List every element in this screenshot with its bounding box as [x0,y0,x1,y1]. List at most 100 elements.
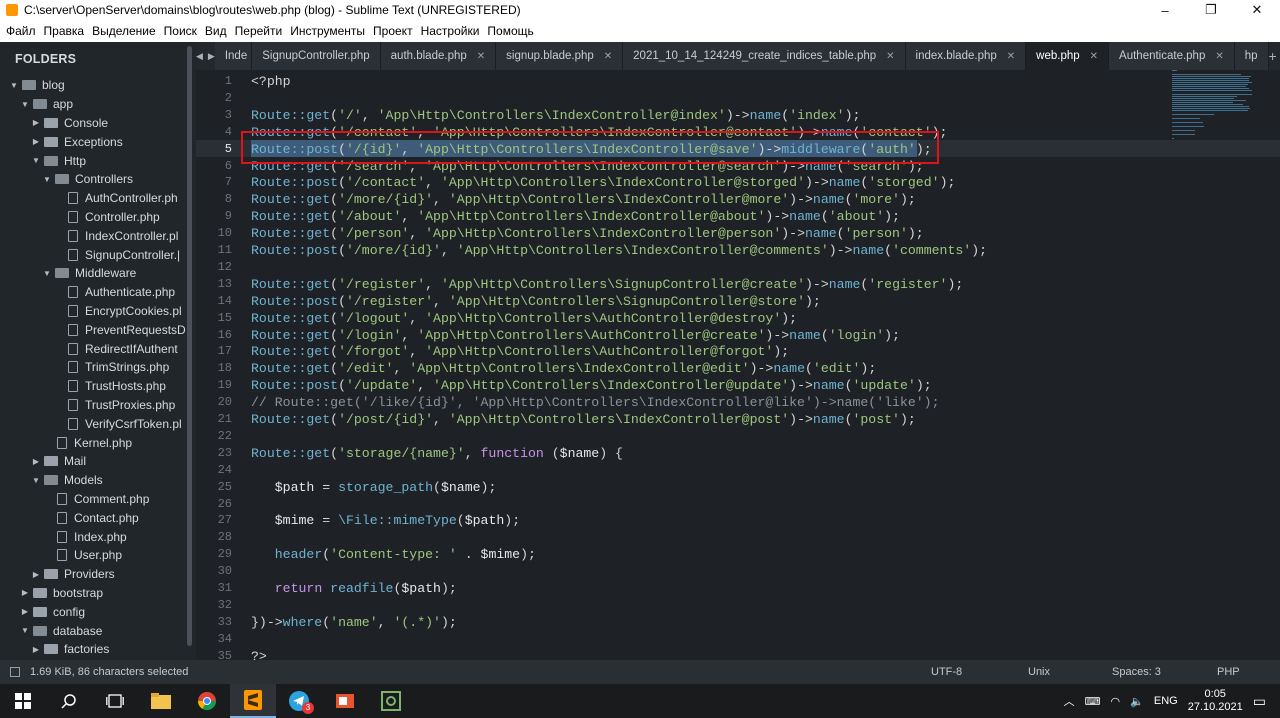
chevron-down-icon[interactable]: ▼ [30,156,42,165]
search-button[interactable] [46,684,92,718]
chevron-down-icon[interactable]: ▼ [41,269,53,278]
code-line[interactable]: return readfile($path); [251,580,457,597]
editor-tab[interactable]: 2021_10_14_124249_create_indices_table.p… [623,42,906,70]
office-button[interactable] [322,684,368,718]
chevron-right-icon[interactable]: ▶ [30,570,42,579]
tab-close-icon[interactable]: ✕ [477,51,485,62]
tab-close-icon[interactable]: ✕ [604,51,612,62]
menu-preferences[interactable]: Настройки [417,24,484,38]
sidebar-folder[interactable]: ▼ Middleware [0,264,196,283]
tab-scroll-left-icon[interactable]: ◀ [196,51,203,62]
maximize-button[interactable]: ❐ [1188,0,1234,20]
tab-scroll-right-icon[interactable]: ▶ [208,51,215,62]
status-encoding[interactable]: UTF-8 [931,666,962,678]
minimize-button[interactable]: – [1142,0,1188,20]
editor-tab[interactable]: Authenticate.php ✕ [1109,42,1235,70]
status-syntax[interactable]: PHP [1217,666,1240,678]
sidebar-folder[interactable]: ▼ Http [0,151,196,170]
chevron-right-icon[interactable]: ▶ [30,118,42,127]
tab-close-icon[interactable]: ✕ [1007,51,1015,62]
menu-selection[interactable]: Выделение [88,24,160,38]
chrome-button[interactable] [184,684,230,718]
code-line[interactable]: Route::post('/update', 'App\Http\Control… [251,377,932,394]
sidebar-file[interactable]: IndexController.pl [0,226,196,245]
sidebar-file[interactable]: TrimStrings.php [0,358,196,377]
menu-view[interactable]: Вид [201,24,231,38]
chevron-right-icon[interactable]: ▶ [19,588,31,597]
code-line[interactable]: $mime = \File::mimeType($path); [251,512,520,529]
editor-tab[interactable]: hp [1234,42,1269,70]
sidebar-file[interactable]: EncryptCookies.pl [0,302,196,321]
sidebar-file[interactable]: Kernel.php [0,433,196,452]
tab-close-icon[interactable]: ✕ [1090,51,1098,62]
code-line[interactable]: Route::get('/more/{id}', 'App\Http\Contr… [251,191,916,208]
status-indentation[interactable]: Spaces: 3 [1112,666,1161,678]
chevron-down-icon[interactable]: ▼ [41,175,53,184]
code-line[interactable]: Route::get('/logout', 'App\Http\Controll… [251,310,797,327]
sidebar-file[interactable]: Comment.php [0,490,196,509]
code-line[interactable]: // Route::get('/like/{id}', 'App\Http\Co… [251,394,940,411]
sidebar-file[interactable]: Index.php [0,527,196,546]
code-line[interactable]: Route::get('/person', 'App\Http\Controll… [251,225,924,242]
sublime-taskbar-button[interactable] [230,684,276,718]
sidebar-file[interactable]: SignupController.| [0,245,196,264]
sidebar-file[interactable]: PreventRequestsD [0,320,196,339]
sidebar-file[interactable]: TrustProxies.php [0,396,196,415]
file-explorer-button[interactable] [138,684,184,718]
code-line[interactable]: Route::post('/contact', 'App\Http\Contro… [251,174,955,191]
menu-help[interactable]: Помощь [483,24,537,38]
editor-tab[interactable]: signup.blade.php ✕ [496,42,624,70]
chevron-right-icon[interactable]: ▶ [19,607,31,616]
code-line[interactable]: Route::get('storage/{name}', function ($… [251,445,623,462]
sidebar-file[interactable]: Contact.php [0,508,196,527]
volume-icon[interactable]: 🔈 [1130,695,1144,708]
panel-toggle-icon[interactable] [10,667,20,677]
editor-tab[interactable]: Inde [214,42,253,70]
sidebar-file[interactable]: RedirectIfAuthent [0,339,196,358]
openserver-button[interactable] [368,684,414,718]
sidebar-folder[interactable]: ▶ Mail [0,452,196,471]
start-button[interactable] [0,684,46,718]
chevron-right-icon[interactable]: ▶ [30,457,42,466]
code-line[interactable]: Route::get('/', 'App\Http\Controllers\In… [251,107,860,124]
clock[interactable]: 0:05 27.10.2021 [1188,688,1243,714]
close-button[interactable]: ✕ [1234,0,1280,20]
sidebar-folder[interactable]: ▶ Providers [0,565,196,584]
language-indicator[interactable]: ENG [1154,695,1178,707]
tab-close-icon[interactable]: ✕ [886,51,894,62]
sidebar-folder[interactable]: ▼ app [0,95,196,114]
sidebar-scrollbar[interactable] [187,46,192,646]
code-line[interactable]: Route::get('/register', 'App\Http\Contro… [251,276,963,293]
menu-file[interactable]: Файл [2,24,40,38]
wifi-icon[interactable]: ◠ [1111,695,1121,708]
code-line[interactable]: Route::post('/more/{id}', 'App\Http\Cont… [251,242,987,259]
code-line[interactable]: })->where('name', '(.*)'); [251,614,457,631]
sidebar-folder[interactable]: ▶ Exceptions [0,132,196,151]
tab-close-icon[interactable]: ✕ [1215,51,1223,62]
menu-project[interactable]: Проект [369,24,417,38]
status-line-endings[interactable]: Unix [1028,666,1050,678]
editor-tab[interactable]: index.blade.php ✕ [905,42,1027,70]
sidebar-folder[interactable]: ▶ config [0,602,196,621]
sidebar-file[interactable]: VerifyCsrfToken.pl [0,414,196,433]
chevron-down-icon[interactable]: ▼ [19,626,31,635]
sidebar-file[interactable]: User.php [0,546,196,565]
touch-keyboard-icon[interactable]: ⌨ [1085,695,1101,708]
code-line[interactable]: $path = storage_path($name); [251,479,497,496]
editor-tab[interactable]: web.php ✕ [1026,42,1110,70]
code-line[interactable]: ?> [251,648,267,660]
sidebar-folder[interactable]: ▼ Controllers [0,170,196,189]
chevron-right-icon[interactable]: ▶ [30,645,42,654]
tray-expand-icon[interactable]: ︿ [1064,693,1075,709]
menu-tools[interactable]: Инструменты [286,24,369,38]
new-tab-icon[interactable]: + [1269,48,1277,64]
chevron-down-icon[interactable]: ▼ [30,476,42,485]
chevron-down-icon[interactable]: ▼ [19,100,31,109]
sidebar-folder[interactable]: ▶ bootstrap [0,584,196,603]
telegram-button[interactable]: 3 [276,684,322,718]
sidebar-folder[interactable]: ▼ Models [0,471,196,490]
sidebar-folder[interactable]: ▶ factories [0,640,196,659]
editor-tab[interactable]: SignupController.php [252,42,381,70]
sidebar-folder[interactable]: ▼ blog [0,76,196,95]
editor-tab[interactable]: auth.blade.php ✕ [380,42,497,70]
